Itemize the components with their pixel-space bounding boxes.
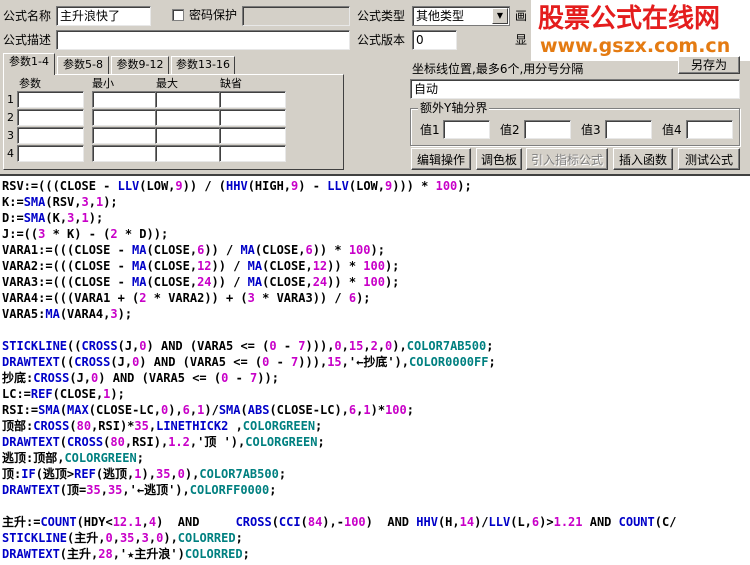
- yaxis-group-label: 额外Y轴分界: [418, 101, 490, 115]
- save-as-button[interactable]: 另存为: [678, 56, 740, 74]
- formula-code-text: RSV:=(((CLOSE - LLV(LOW,9)) / (HHV(HIGH,…: [0, 176, 750, 562]
- tab-params-9-12[interactable]: 参数9-12: [111, 56, 169, 74]
- edit-operation-button[interactable]: 编辑操作: [411, 148, 471, 170]
- import-indicator-button[interactable]: 引入指标公式: [526, 148, 608, 170]
- code-line[interactable]: D:=SMA(K,3,1);: [2, 210, 750, 226]
- param-min-input[interactable]: [92, 109, 159, 126]
- formula-version-input[interactable]: 0: [412, 30, 457, 50]
- code-line[interactable]: 逃顶:顶部,COLORGREEN;: [2, 450, 750, 466]
- param-default-input[interactable]: [219, 127, 286, 144]
- formula-desc-input[interactable]: [56, 30, 350, 50]
- param-max-input[interactable]: [155, 109, 222, 126]
- code-line[interactable]: VARA5:MA(VARA4,3);: [2, 306, 750, 322]
- param-header-min: 最小: [92, 77, 114, 90]
- param-min-input[interactable]: [92, 145, 159, 162]
- code-line[interactable]: J:=((3 * K) - (2 * D));: [2, 226, 750, 242]
- yaxis-value-3-input[interactable]: [605, 120, 652, 139]
- formula-desc-label: 公式描述: [3, 33, 52, 47]
- param-name-input[interactable]: [17, 91, 84, 108]
- watermark-url: www.gszx.com.cn: [540, 35, 731, 57]
- insert-function-button[interactable]: 插入函数: [613, 148, 673, 170]
- yaxis-value-label: 值1: [420, 123, 440, 137]
- code-line[interactable]: DRAWTEXT(主升,28,'★主升浪')COLORRED;: [2, 546, 750, 562]
- test-formula-button[interactable]: 测试公式: [678, 148, 740, 170]
- code-line[interactable]: [2, 498, 750, 514]
- param-row-number: 1: [7, 93, 14, 106]
- yaxis-value-1-input[interactable]: [443, 120, 490, 139]
- formula-version-label: 公式版本: [357, 33, 406, 47]
- yaxis-value-label: 值3: [581, 123, 601, 137]
- code-line[interactable]: VARA3:=(((CLOSE - MA(CLOSE,24)) / MA(CLO…: [2, 274, 750, 290]
- code-line[interactable]: RSV:=(((CLOSE - LLV(LOW,9)) / (HHV(HIGH,…: [2, 178, 750, 194]
- param-default-input[interactable]: [219, 91, 286, 108]
- code-line[interactable]: 顶部:CROSS(80,RSI)*35,LINETHICK2 ,COLORGRE…: [2, 418, 750, 434]
- code-line[interactable]: RSI:=SMA(MAX(CLOSE-LC,0),6,1)/SMA(ABS(CL…: [2, 402, 750, 418]
- formula-name-input[interactable]: 主升浪快了: [56, 6, 151, 26]
- formula-code-editor[interactable]: RSV:=(((CLOSE - LLV(LOW,9)) / (HHV(HIGH,…: [0, 174, 750, 565]
- code-line[interactable]: STICKLINE(主升,0,35,3,0),COLORRED;: [2, 530, 750, 546]
- formula-type-value: 其他类型: [416, 9, 465, 23]
- password-checkbox[interactable]: [172, 9, 184, 21]
- tab-params-5-8[interactable]: 参数5-8: [57, 56, 109, 74]
- code-line[interactable]: [2, 322, 750, 338]
- yaxis-value-4-input[interactable]: [686, 120, 733, 139]
- tab-params-13-16[interactable]: 参数13-16: [171, 56, 235, 74]
- code-line[interactable]: DRAWTEXT((CROSS(J,0) AND (VARA5 <= (0 - …: [2, 354, 750, 370]
- param-default-input[interactable]: [219, 109, 286, 126]
- code-line[interactable]: VARA4:=(((VARA1 + (2 * VARA2)) + (3 * VA…: [2, 290, 750, 306]
- param-row-number: 2: [7, 111, 14, 124]
- param-min-input[interactable]: [92, 127, 159, 144]
- coords-input[interactable]: 自动: [410, 79, 740, 99]
- param-max-input[interactable]: [155, 145, 222, 162]
- display-label: 显: [515, 33, 528, 47]
- watermark-title: 股票公式在线网: [538, 4, 721, 34]
- param-name-input[interactable]: [17, 127, 84, 144]
- formula-name-label: 公式名称: [3, 9, 52, 23]
- chevron-down-icon[interactable]: ▼: [492, 8, 508, 24]
- code-line[interactable]: 顶:IF(逃顶>REF(逃顶,1),35,0),COLOR7AB500;: [2, 466, 750, 482]
- param-max-input[interactable]: [155, 127, 222, 144]
- param-min-input[interactable]: [92, 91, 159, 108]
- param-header-name: 参数: [19, 77, 41, 90]
- yaxis-value-2-input[interactable]: [524, 120, 571, 139]
- formula-type-label: 公式类型: [357, 9, 406, 23]
- palette-button[interactable]: 调色板: [476, 148, 522, 170]
- password-label: 密码保护: [189, 8, 238, 22]
- tab-params-1-4[interactable]: 参数1-4: [3, 53, 55, 75]
- formula-type-select[interactable]: 其他类型 ▼: [412, 6, 510, 26]
- code-line[interactable]: VARA2:=(((CLOSE - MA(CLOSE,12)) / MA(CLO…: [2, 258, 750, 274]
- code-line[interactable]: 抄底:CROSS(J,0) AND (VARA5 <= (0 - 7));: [2, 370, 750, 386]
- param-max-input[interactable]: [155, 91, 222, 108]
- yaxis-value-label: 值4: [662, 123, 682, 137]
- code-line[interactable]: VARA1:=(((CLOSE - MA(CLOSE,6)) / MA(CLOS…: [2, 242, 750, 258]
- code-line[interactable]: STICKLINE((CROSS(J,0) AND (VARA5 <= (0 -…: [2, 338, 750, 354]
- code-line[interactable]: 主升:=COUNT(HDY<12.1,4) AND CROSS(CCI(84),…: [2, 514, 750, 530]
- code-line[interactable]: DRAWTEXT(CROSS(80,RSI),1.2,'顶 '),COLORGR…: [2, 434, 750, 450]
- password-input: [242, 6, 350, 26]
- param-header-default: 缺省: [220, 77, 242, 90]
- param-header-max: 最大: [156, 77, 178, 90]
- draw-method-label: 画: [515, 9, 528, 23]
- param-row-number: 4: [7, 147, 14, 160]
- param-name-input[interactable]: [17, 109, 84, 126]
- code-line[interactable]: K:=SMA(RSV,3,1);: [2, 194, 750, 210]
- param-row-number: 3: [7, 129, 14, 142]
- code-line[interactable]: DRAWTEXT(顶=35,35,'←逃顶'),COLORFF0000;: [2, 482, 750, 498]
- yaxis-value-label: 值2: [500, 123, 520, 137]
- param-name-input[interactable]: [17, 145, 84, 162]
- coords-label: 坐标线位置,最多6个,用分号分隔: [412, 62, 584, 76]
- param-default-input[interactable]: [219, 145, 286, 162]
- code-line[interactable]: LC:=REF(CLOSE,1);: [2, 386, 750, 402]
